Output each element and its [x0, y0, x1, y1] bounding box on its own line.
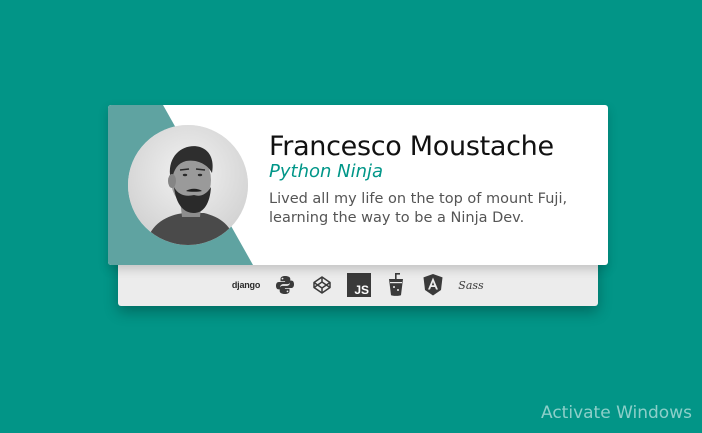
avatar: [128, 125, 248, 245]
javascript-icon[interactable]: JS: [347, 273, 371, 297]
django-icon[interactable]: django: [232, 273, 260, 297]
profile-bio: Lived all my life on the top of mount Fu…: [269, 191, 568, 226]
profile-role: Python Ninja: [269, 161, 384, 182]
gulp-icon[interactable]: [384, 273, 408, 297]
js-label: JS: [354, 283, 369, 297]
activate-windows-watermark: Activate Windows: [541, 403, 692, 423]
python-icon[interactable]: [273, 273, 297, 297]
skills-icons-row: django JS Sass: [118, 272, 598, 298]
page-background: django JS Sass Francesco Moustache Pytho…: [0, 0, 702, 433]
profile-card: Francesco Moustache Python Ninja Lived a…: [108, 105, 608, 265]
profile-name: Francesco Moustache: [269, 131, 554, 162]
codepen-icon[interactable]: [310, 273, 334, 297]
sass-icon[interactable]: Sass: [458, 273, 484, 297]
angular-icon[interactable]: [421, 273, 445, 297]
django-label: django: [231, 280, 261, 290]
sass-label: Sass: [458, 278, 484, 292]
